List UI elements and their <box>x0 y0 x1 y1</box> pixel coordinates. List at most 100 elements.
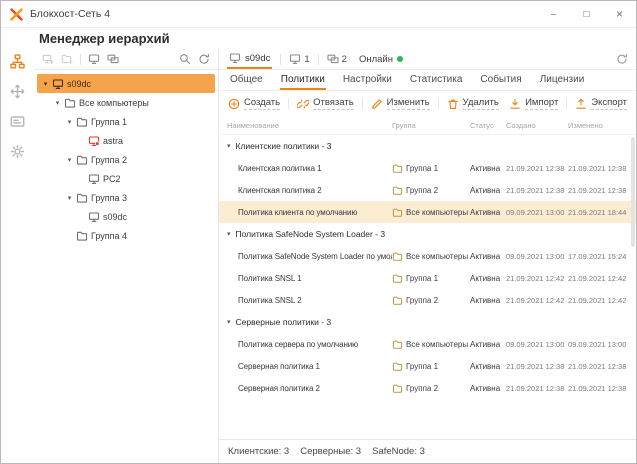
policy-group-header[interactable]: ▾Клиентские политики - 3 <box>219 135 636 157</box>
tab-events[interactable]: События <box>479 70 522 90</box>
tree-node-label: Группа 3 <box>91 193 127 203</box>
policy-row[interactable]: Политика SNSL 2Группа 2Активна21.09.2021… <box>219 289 636 311</box>
tree-node[interactable]: ▾ Группа 2 <box>37 150 215 169</box>
policy-status: Активна <box>470 274 506 283</box>
tab-general[interactable]: Общее <box>229 70 264 90</box>
unlink-icon <box>297 98 309 110</box>
refresh-icon[interactable] <box>198 53 210 65</box>
policy-row[interactable]: Политика клиента по умолчанию Все компьют… <box>219 201 636 223</box>
tree-node[interactable]: astra <box>37 131 215 150</box>
minimize-button[interactable]: – <box>537 1 570 27</box>
import-button[interactable]: Импорт <box>509 97 558 110</box>
tree-node[interactable]: Группа 4 <box>37 226 215 245</box>
policy-group-header[interactable]: ▾Серверные политики - 3 <box>219 311 636 333</box>
tree-node-label: Группа 1 <box>91 117 127 127</box>
deployment-icon[interactable] <box>9 83 26 100</box>
add-group-icon[interactable] <box>61 53 73 65</box>
server-icon <box>229 52 241 64</box>
summary-item: Клиентские: 3 <box>228 446 289 457</box>
expand-arrow-icon[interactable]: ▾ <box>65 194 74 202</box>
policy-modified: 21.09.2021 12:38 <box>568 384 628 393</box>
policy-status: Активна <box>470 252 506 261</box>
action-label: Удалить <box>463 97 499 110</box>
maximize-button[interactable]: □ <box>570 1 603 27</box>
action-label: Создать <box>244 97 280 110</box>
collapse-arrow-icon[interactable]: ▾ <box>227 142 231 150</box>
policy-group-header[interactable]: ▾Политика SafeNode System Loader - 3 <box>219 223 636 245</box>
tree-node[interactable]: ▾Все компьютеры <box>37 93 215 112</box>
clients-count-value: 2 <box>342 54 347 65</box>
policy-row[interactable]: Клиентская политика 1Группа 1Активна21.0… <box>219 157 636 179</box>
app-logo-icon <box>10 8 23 21</box>
scrollbar-thumb[interactable] <box>631 137 635 247</box>
computers-view-icon[interactable] <box>88 53 100 65</box>
tree-node[interactable]: ▾ Группа 1 <box>37 112 215 131</box>
app-window: Блокхост-Сеть 4 – □ × Менеджер иерархий <box>0 0 637 464</box>
hierarchy-manager-icon[interactable] <box>9 53 26 70</box>
col-header-created[interactable]: Создано <box>506 121 568 130</box>
policy-group: Все компьютеры <box>406 208 468 217</box>
policy-row[interactable]: Клиентская политика 2Группа 2Активна21.0… <box>219 179 636 201</box>
folder-icon <box>392 251 403 262</box>
policy-group: Группа 1 <box>406 274 438 283</box>
refresh-icon[interactable] <box>616 53 628 65</box>
tree-toolbar <box>34 49 218 70</box>
policy-created: 21.09.2021 12:42 <box>506 274 568 283</box>
edit-button[interactable]: Изменить <box>371 97 430 110</box>
folder-icon <box>74 116 89 128</box>
tree-node[interactable]: ▾ Группа 3 <box>37 188 215 207</box>
tree-node[interactable]: s09dc <box>37 207 215 226</box>
node-tab-s09dc[interactable]: s09dc <box>227 49 272 69</box>
search-icon[interactable] <box>179 53 191 65</box>
folder-icon <box>392 339 403 350</box>
close-button[interactable]: × <box>603 1 636 27</box>
policy-created: 21.09.2021 12:38 <box>506 362 568 371</box>
unbind-button[interactable]: Отвязать <box>297 97 354 110</box>
col-header-modified[interactable]: Изменено <box>568 121 628 130</box>
add-computer-icon[interactable] <box>42 53 54 65</box>
policy-row[interactable]: Политика SNSL 1Группа 1Активна21.09.2021… <box>219 267 636 289</box>
node-bar-separator <box>318 54 319 65</box>
expand-arrow-icon[interactable]: ▾ <box>65 118 74 126</box>
policy-group: Группа 2 <box>406 296 438 305</box>
tree-node-label: Группа 2 <box>91 155 127 165</box>
settings-icon[interactable] <box>9 143 26 160</box>
create-button[interactable]: Создать <box>228 97 280 110</box>
policy-status: Активна <box>470 384 506 393</box>
export-button[interactable]: Экспорт <box>575 97 627 110</box>
licenses-icon[interactable] <box>9 113 26 130</box>
expand-arrow-icon[interactable]: ▾ <box>53 99 62 107</box>
policy-row[interactable]: Серверная политика 1Группа 1Активна21.09… <box>219 355 636 377</box>
policy-group: Группа 2 <box>406 186 438 195</box>
computer-icon <box>86 173 101 185</box>
vertical-scrollbar[interactable] <box>631 137 635 437</box>
action-separator <box>566 98 567 109</box>
tree-node-label: s09dc <box>67 79 91 89</box>
node-bar-separator <box>280 54 281 65</box>
expand-arrow-icon[interactable]: ▾ <box>41 80 50 88</box>
computer-alert-icon <box>86 135 101 147</box>
col-header-status[interactable]: Статус <box>470 121 506 130</box>
col-header-group[interactable]: Группа <box>392 121 470 130</box>
clients-count[interactable]: 2 <box>327 53 347 65</box>
tab-statistics[interactable]: Статистика <box>409 70 464 90</box>
servers-count[interactable]: 1 <box>289 53 309 65</box>
tree-node[interactable]: ▾ s09dc <box>37 74 215 93</box>
tree-node[interactable]: PC2 <box>37 169 215 188</box>
delete-button[interactable]: Удалить <box>447 97 499 110</box>
groups-view-icon[interactable] <box>107 53 119 65</box>
policy-created: 21.09.2021 12:42 <box>506 296 568 305</box>
folder-icon <box>392 185 403 196</box>
tab-settings[interactable]: Настройки <box>342 70 393 90</box>
policy-modified: 21.09.2021 12:38 <box>568 362 628 371</box>
collapse-arrow-icon[interactable]: ▾ <box>227 318 231 326</box>
expand-arrow-icon[interactable]: ▾ <box>65 156 74 164</box>
tab-policies[interactable]: Политики <box>280 70 326 90</box>
policy-row[interactable]: Политика SafeNode System Loader по умолч… <box>219 245 636 267</box>
col-header-name[interactable]: Наименование <box>227 121 392 130</box>
policy-name: Политика клиента по умолчанию <box>227 208 392 217</box>
collapse-arrow-icon[interactable]: ▾ <box>227 230 231 238</box>
policy-row[interactable]: Политика сервера по умолчаниюВсе компьют… <box>219 333 636 355</box>
tab-licenses[interactable]: Лицензии <box>539 70 586 90</box>
policy-row[interactable]: Серверная политика 2Группа 2Активна21.09… <box>219 377 636 399</box>
